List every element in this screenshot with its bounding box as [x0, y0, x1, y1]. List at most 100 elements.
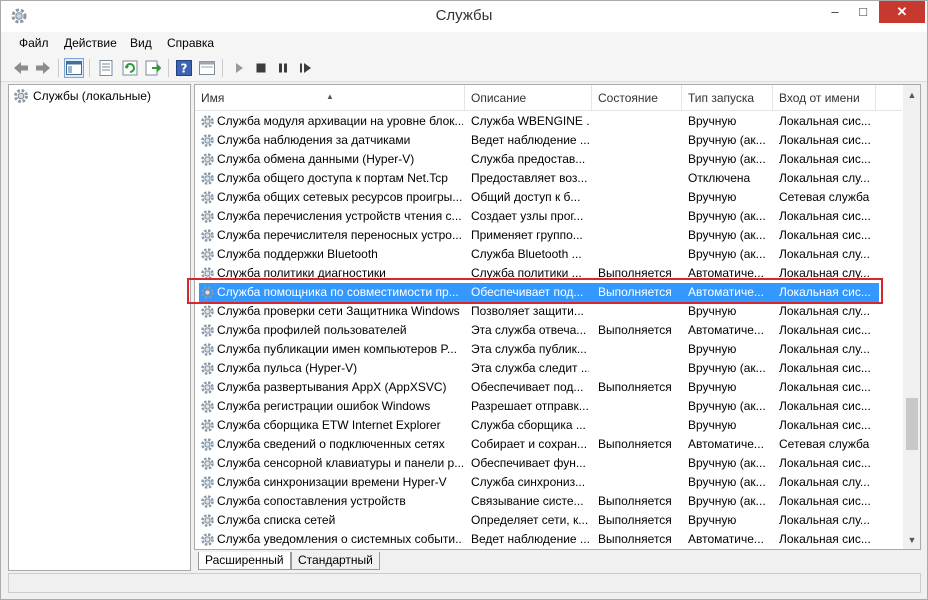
- service-name: Служба помощника по совместимости пр...: [217, 285, 459, 299]
- table-row[interactable]: Служба пульса (Hyper-V) Эта служба следит…: [195, 359, 902, 378]
- scrollbar-thumb[interactable]: [906, 398, 918, 450]
- service-state: [598, 416, 682, 435]
- column-header-state[interactable]: Состояние: [592, 85, 682, 111]
- table-row[interactable]: Служба списка сетей Определяет сети, к...…: [195, 511, 902, 530]
- service-name: Служба сведений о подключенных сетях: [217, 437, 445, 451]
- service-name: Служба перечислителя переносных устро...: [217, 228, 462, 242]
- vertical-scrollbar[interactable]: ▲ ▼: [903, 85, 920, 549]
- service-description: Эта служба следит ...: [471, 361, 589, 375]
- service-name: Служба общих сетевых ресурсов проигры...: [217, 190, 463, 204]
- service-logon-as: Локальная сис...: [779, 494, 871, 508]
- table-row[interactable]: Служба перечисления устройств чтения с..…: [195, 207, 902, 226]
- service-logon-as: Локальная сис...: [779, 323, 871, 337]
- table-row[interactable]: Служба общего доступа к портам Net.Tcp Пр…: [195, 169, 902, 188]
- column-header-description[interactable]: Описание: [465, 85, 592, 111]
- table-row[interactable]: Служба наблюдения за датчиками Ведет набл…: [195, 131, 902, 150]
- table-row[interactable]: Служба модуля архивации на уровне блок..…: [195, 112, 902, 131]
- service-description: Служба синхрониз...: [471, 475, 586, 489]
- table-row[interactable]: Служба обмена данными (Hyper-V) Служба пр…: [195, 150, 902, 169]
- service-gear-icon: [201, 495, 214, 508]
- service-startup-type: Автоматиче...: [688, 266, 764, 280]
- service-name: Служба проверки сети Защитника Windows: [217, 304, 460, 318]
- close-button[interactable]: ✕: [879, 1, 925, 23]
- table-row[interactable]: Служба уведомления о системных событи...…: [195, 530, 902, 549]
- table-row[interactable]: Служба сопоставления устройств Связывание…: [195, 492, 902, 511]
- table-row[interactable]: Служба развертывания AppX (AppXSVC) Обесп…: [195, 378, 902, 397]
- table-row[interactable]: Служба проверки сети Защитника Windows По…: [195, 302, 902, 321]
- scroll-up-arrow-icon[interactable]: ▲: [903, 87, 920, 103]
- service-startup-type: Автоматиче...: [688, 532, 764, 546]
- column-header-startup-type[interactable]: Тип запуска: [682, 85, 773, 111]
- menu-help[interactable]: Справка: [167, 36, 214, 50]
- service-logon-as: Локальная сис...: [779, 361, 871, 375]
- console-tree-icon[interactable]: [64, 58, 84, 78]
- stop-icon[interactable]: [251, 58, 271, 78]
- service-description: Служба политики ...: [471, 266, 582, 280]
- service-state: Выполняется: [598, 494, 672, 508]
- service-startup-type: Вручную (ак...: [688, 475, 766, 489]
- minimize-button[interactable]: –: [821, 1, 849, 23]
- table-row[interactable]: Служба профилей пользователей Эта служба …: [195, 321, 902, 340]
- service-state: Выполняется: [598, 380, 672, 394]
- service-gear-icon: [201, 514, 214, 527]
- tab-standard[interactable]: Стандартный: [291, 552, 380, 570]
- services-gear-icon: [14, 89, 28, 103]
- service-gear-icon: [201, 438, 214, 451]
- help-icon[interactable]: ?: [174, 58, 194, 78]
- service-startup-type: Вручную: [688, 304, 737, 318]
- table-row[interactable]: Служба публикации имен компьютеров P... Э…: [195, 340, 902, 359]
- tab-extended[interactable]: Расширенный: [198, 552, 291, 570]
- restart-icon[interactable]: [296, 58, 316, 78]
- service-startup-type: Вручную (ак...: [688, 399, 766, 413]
- table-row[interactable]: Служба политики диагностики Служба полити…: [195, 264, 902, 283]
- service-description: Служба Bluetooth ...: [471, 247, 582, 261]
- service-startup-type: Отключена: [688, 171, 751, 185]
- menu-view[interactable]: Вид: [130, 36, 152, 50]
- service-logon-as: Локальная слу...: [779, 342, 870, 356]
- column-header-logon-as[interactable]: Вход от имени: [773, 85, 876, 111]
- table-row[interactable]: Служба поддержки Bluetooth Служба Bluetoo…: [195, 245, 902, 264]
- service-state: [598, 473, 682, 492]
- scroll-down-arrow-icon[interactable]: ▼: [903, 532, 920, 548]
- table-row[interactable]: Служба сенсорной клавиатуры и панели р..…: [195, 454, 902, 473]
- menu-action[interactable]: Действие: [64, 36, 117, 50]
- services-list-pane: Имя ▲ Описание Состояние Тип запуска Вхо…: [194, 84, 921, 550]
- service-logon-as: Локальная слу...: [779, 475, 870, 489]
- service-description: Обеспечивает под...: [471, 380, 584, 394]
- table-row[interactable]: Служба синхронизации времени Hyper-V Служ…: [195, 473, 902, 492]
- toolbar-separator: [58, 59, 59, 77]
- back-arrow-icon[interactable]: [11, 58, 31, 78]
- service-gear-icon: [201, 286, 214, 299]
- service-startup-type: Вручную (ак...: [688, 209, 766, 223]
- title-bar[interactable]: Службы – □ ✕: [1, 1, 927, 32]
- table-row[interactable]: Служба общих сетевых ресурсов проигры...…: [195, 188, 902, 207]
- service-name: Служба политики диагностики: [217, 266, 386, 280]
- view-icon[interactable]: [197, 58, 217, 78]
- service-startup-type: Вручную (ак...: [688, 494, 766, 508]
- tree-item-services-local[interactable]: Службы (локальные): [13, 88, 151, 104]
- maximize-button[interactable]: □: [849, 1, 877, 23]
- service-logon-as: Локальная сис...: [779, 285, 871, 299]
- play-icon[interactable]: [229, 58, 249, 78]
- service-state: [598, 454, 682, 473]
- console-tree-pane: Службы (локальные): [8, 84, 191, 571]
- table-row[interactable]: Служба помощника по совместимости пр... О…: [199, 283, 879, 302]
- pause-icon[interactable]: [273, 58, 293, 78]
- table-row[interactable]: Служба сборщика ETW Internet Explorer Слу…: [195, 416, 902, 435]
- refresh-icon[interactable]: [120, 58, 140, 78]
- service-description: Разрешает отправк...: [471, 399, 589, 413]
- table-row[interactable]: Служба сведений о подключенных сетях Соби…: [195, 435, 902, 454]
- export-list-icon[interactable]: [143, 58, 163, 78]
- properties-icon[interactable]: [96, 58, 116, 78]
- service-logon-as: Локальная слу...: [779, 266, 870, 280]
- forward-arrow-icon[interactable]: [33, 58, 53, 78]
- table-row[interactable]: Служба перечислителя переносных устро...…: [195, 226, 902, 245]
- service-state: [598, 188, 682, 207]
- service-startup-type: Вручную: [688, 513, 737, 527]
- service-description: Служба сборщика ...: [471, 418, 586, 432]
- table-row[interactable]: Служба регистрации ошибок Windows Разреша…: [195, 397, 902, 416]
- service-name: Служба развертывания AppX (AppXSVC): [217, 380, 447, 394]
- menu-file[interactable]: Файл: [19, 36, 49, 50]
- column-header-name[interactable]: Имя ▲: [195, 85, 465, 111]
- service-logon-as: Локальная сис...: [779, 133, 871, 147]
